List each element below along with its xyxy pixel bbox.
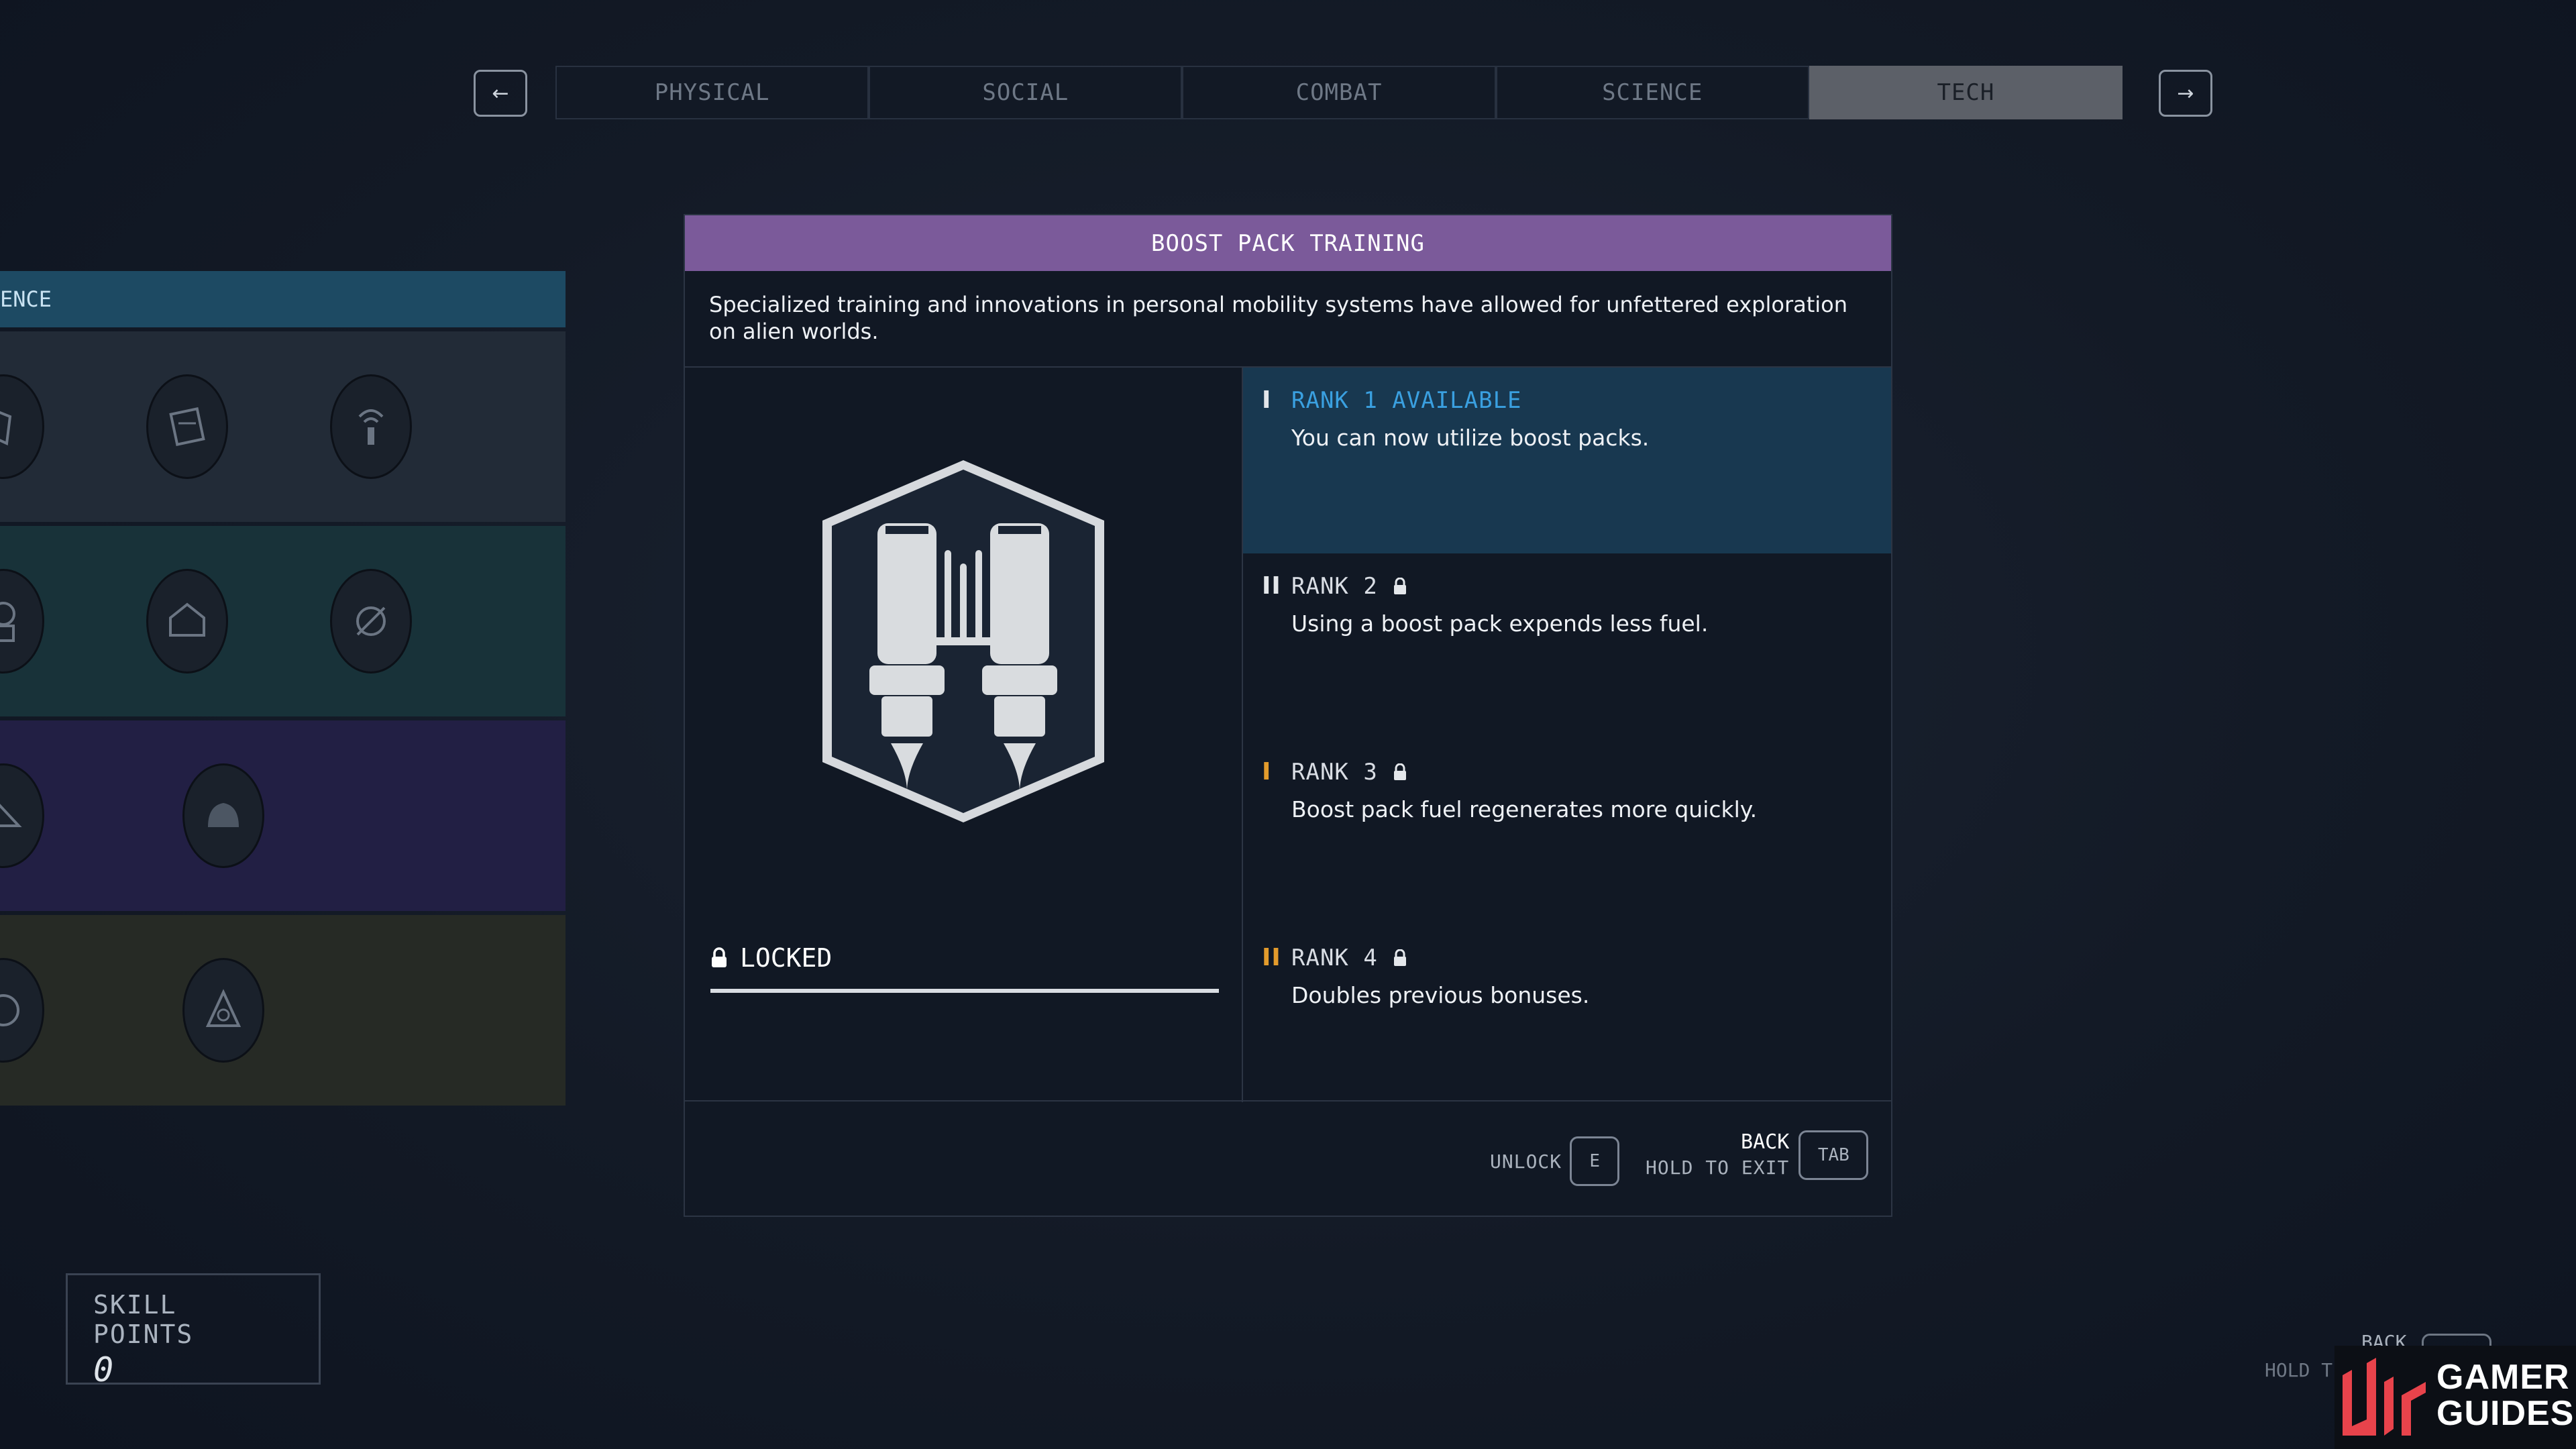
rank-item-3[interactable]: I RANK 3 Boost pack fuel regenerates mor…: [1243, 739, 1891, 925]
rank-list: I RANK 1 AVAILABLE You can now utilize b…: [1243, 368, 1891, 1102]
lock-icon: [1393, 949, 1406, 966]
lock-icon: [1393, 577, 1406, 594]
boost-pack-badge-icon: [822, 460, 1104, 822]
skill-title: BOOST PACK TRAINING: [685, 215, 1891, 271]
skill-points-label: SKILL POINTS: [93, 1290, 194, 1349]
background-hold-label: HOLD T: [2265, 1359, 2333, 1381]
arrow-right-icon: →: [2177, 81, 2194, 105]
panel-footer: UNLOCK E BACK HOLD TO EXIT TAB: [685, 1100, 1891, 1216]
prev-category-button[interactable]: ←: [474, 70, 527, 117]
skill-tier-2: [0, 526, 566, 716]
unlock-key-icon[interactable]: E: [1570, 1136, 1620, 1186]
tab-tech[interactable]: TECH: [1809, 66, 2123, 119]
unlock-action[interactable]: UNLOCK E: [1490, 1136, 1620, 1186]
skill-tree-header: ENCE: [0, 271, 566, 327]
skill-slot-icon[interactable]: [0, 569, 44, 674]
skill-tier-1: [0, 331, 566, 522]
arrow-left-icon: ←: [492, 81, 509, 105]
back-label: BACK: [1741, 1130, 1790, 1154]
rank-description: Boost pack fuel regenerates more quickly…: [1291, 796, 1758, 822]
unlock-label: UNLOCK: [1490, 1150, 1562, 1173]
skill-slot-icon[interactable]: [330, 569, 412, 674]
tab-combat[interactable]: COMBAT: [1182, 66, 1496, 119]
logo-text: GAMER GUIDES: [2436, 1358, 2575, 1433]
gamer-guides-logo: GAMER GUIDES: [2334, 1346, 2576, 1449]
category-tabs: PHYSICAL SOCIAL COMBAT SCIENCE TECH: [555, 66, 2123, 119]
rank-mark-icon: I: [1262, 386, 1272, 414]
skill-slot-icon[interactable]: [0, 763, 44, 868]
skill-points-box: SKILL POINTS 0: [66, 1273, 321, 1389]
lock-icon: [712, 947, 727, 967]
skill-slot-icon[interactable]: [182, 958, 264, 1063]
skill-status: LOCKED: [710, 943, 832, 973]
rank-item-1[interactable]: I RANK 1 AVAILABLE You can now utilize b…: [1243, 368, 1891, 553]
hold-to-exit-label: HOLD TO EXIT: [1646, 1157, 1790, 1179]
skill-description: Specialized training and innovations in …: [685, 271, 1891, 368]
skill-slot-icon[interactable]: [0, 958, 44, 1063]
tab-physical[interactable]: PHYSICAL: [555, 66, 869, 119]
skill-slot-icon[interactable]: [182, 763, 264, 868]
skill-slot-icon[interactable]: [330, 374, 412, 479]
rank-mark-icon: II: [1262, 944, 1281, 971]
rank-item-2[interactable]: II RANK 2 Using a boost pack expends les…: [1243, 553, 1891, 739]
rank-mark-icon: II: [1262, 572, 1281, 600]
skill-tree: ENCE: [0, 271, 566, 1106]
unlock-progress-bar: [710, 989, 1219, 993]
rank-description: Using a boost pack expends less fuel.: [1291, 610, 1709, 637]
back-action[interactable]: BACK HOLD TO EXIT TAB: [1646, 1130, 1869, 1181]
rank-description: Doubles previous bonuses.: [1291, 982, 1590, 1008]
rank-item-4[interactable]: II RANK 4 Doubles previous bonuses.: [1243, 925, 1891, 1111]
back-key-icon[interactable]: TAB: [1799, 1130, 1869, 1180]
skill-slot-icon[interactable]: [146, 374, 228, 479]
rank-title: RANK 3: [1291, 758, 1378, 786]
rank-description: You can now utilize boost packs.: [1291, 425, 1650, 451]
skill-slot-icon[interactable]: [146, 569, 228, 674]
gamer-guides-mark-icon: [2343, 1358, 2426, 1436]
skill-points-value: 0: [93, 1350, 114, 1389]
skill-status-label: LOCKED: [740, 943, 833, 973]
rank-mark-icon: I: [1262, 758, 1272, 786]
skill-tier-4: [0, 915, 566, 1106]
tab-social[interactable]: SOCIAL: [869, 66, 1183, 119]
skill-tier-3: [0, 720, 566, 911]
tab-science[interactable]: SCIENCE: [1495, 66, 1809, 119]
skill-badge-column: LOCKED: [685, 368, 1243, 1102]
skill-slot-icon[interactable]: [0, 374, 44, 479]
skill-detail-panel: BOOST PACK TRAINING Specialized training…: [684, 214, 1892, 1217]
next-category-button[interactable]: →: [2159, 70, 2212, 117]
rank-title: RANK 1 AVAILABLE: [1291, 386, 1522, 414]
rank-title: RANK 2: [1291, 572, 1378, 600]
rank-title: RANK 4: [1291, 944, 1378, 971]
lock-icon: [1393, 763, 1406, 780]
